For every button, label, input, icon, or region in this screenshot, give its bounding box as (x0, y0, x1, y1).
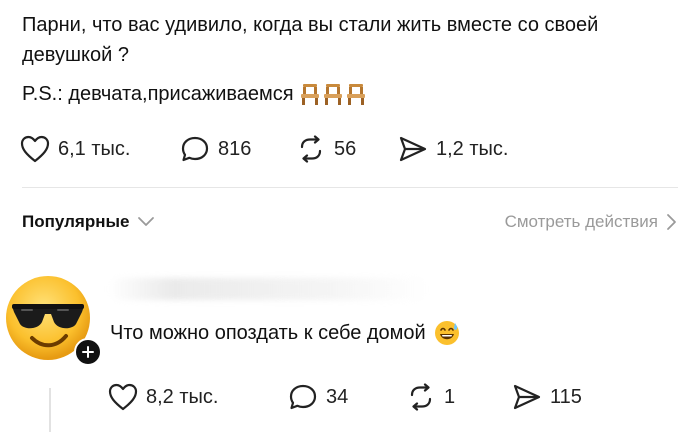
sort-label: Популярные (22, 212, 130, 231)
post-ps-line: P.S.: девчата,присаживаемся (22, 79, 366, 109)
comment-text-row: Что можно опоздать к себе домой (110, 318, 460, 348)
repost-icon (300, 135, 322, 163)
sort-dropdown[interactable]: Популярные (22, 212, 155, 232)
post-comment-count: 816 (218, 137, 252, 160)
send-icon (399, 136, 427, 162)
chair-emoji-group (300, 83, 366, 105)
post-share-count: 1,2 тыс. (436, 137, 509, 160)
post-ps-text: P.S.: девчата,присаживаемся (22, 83, 294, 105)
comment-action-bar: 8,2 тыс. 34 1 115 (0, 383, 700, 415)
comment-repost-count: 1 (444, 385, 456, 408)
post-like-button[interactable]: 6,1 тыс. (20, 135, 130, 163)
grinning-sweat-emoji-icon (434, 321, 459, 345)
chevron-right-icon (667, 214, 676, 230)
heart-icon (108, 383, 138, 411)
post-like-count: 6,1 тыс. (58, 137, 131, 160)
chair-icon (323, 84, 342, 105)
chair-icon (300, 84, 319, 105)
divider (22, 187, 678, 188)
heart-icon (20, 135, 50, 163)
follow-plus-badge[interactable] (74, 338, 102, 366)
post-repost-count: 56 (334, 137, 357, 160)
see-activity-label: Смотреть действия (504, 212, 658, 231)
post-share-button[interactable]: 1,2 тыс. (398, 135, 508, 163)
comment-bubble-icon (181, 136, 209, 162)
comment-repost-button[interactable]: 1 (406, 383, 455, 411)
post-action-bar: 6,1 тыс. 816 56 1,2 тыс. (0, 135, 700, 167)
post-text: Парни, что вас удивило, когда вы стали ж… (22, 14, 599, 66)
chevron-down-icon (138, 217, 155, 226)
post-comment-button[interactable]: 816 (180, 135, 251, 163)
comment-like-button[interactable]: 8,2 тыс. (108, 383, 218, 411)
username-redacted (108, 278, 428, 300)
see-activity-link[interactable]: Смотреть действия (505, 212, 678, 232)
comment-reply-count: 34 (326, 385, 349, 408)
comment-like-count: 8,2 тыс. (146, 385, 219, 408)
post-repost-button[interactable]: 56 (296, 135, 356, 163)
avatar[interactable] (4, 274, 102, 366)
comment-reply-button[interactable]: 34 (288, 383, 348, 411)
comment-share-button[interactable]: 115 (512, 383, 582, 411)
plus-icon (82, 346, 94, 358)
chair-icon (346, 84, 365, 105)
repost-icon (410, 383, 432, 411)
comment-share-count: 115 (550, 385, 582, 408)
send-icon (513, 384, 541, 410)
comment-bubble-icon (289, 384, 317, 410)
comment-text: Что можно опоздать к себе домой (110, 322, 426, 344)
